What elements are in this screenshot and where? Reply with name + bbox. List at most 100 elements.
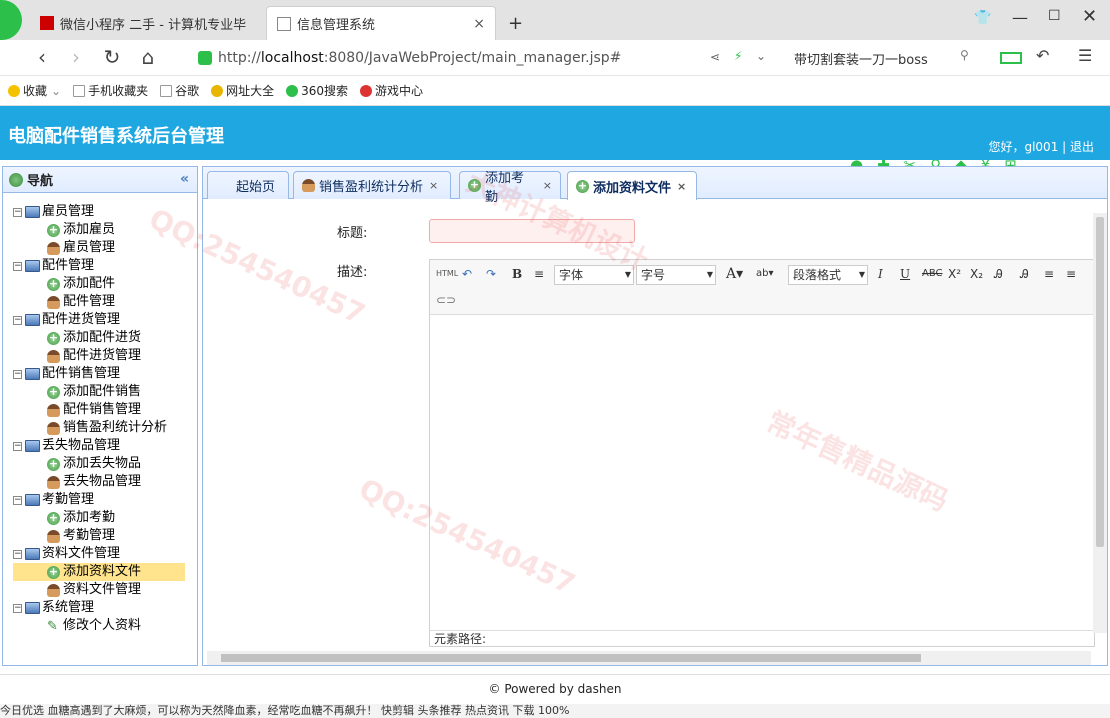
undo-icon[interactable]: ↶: [462, 264, 472, 284]
scroll-thumb[interactable]: [221, 654, 921, 662]
share-icon[interactable]: ⋖: [710, 50, 720, 64]
tab-add-document[interactable]: + 添加资料文件 ×: [567, 171, 697, 200]
url-field[interactable]: http://localhost:8080/JavaWebProject/mai…: [196, 46, 786, 70]
nav-item[interactable]: + 添加丢失物品: [13, 455, 185, 473]
horizontal-scrollbar[interactable]: [207, 651, 1091, 665]
nav-item[interactable]: 丢失物品管理: [13, 473, 185, 491]
nav-item[interactable]: + 添加配件进货: [13, 329, 185, 347]
chevron-down-icon[interactable]: ⌄: [756, 49, 766, 63]
user-icon: [47, 295, 60, 309]
user-greeting[interactable]: 您好，gl001 | 退出: [988, 138, 1094, 155]
underline-icon[interactable]: U: [900, 264, 910, 284]
nav-item[interactable]: ✎ 修改个人资料: [13, 617, 185, 635]
link-icon[interactable]: ⊂⊃: [436, 290, 456, 310]
collapse-toggle-icon[interactable]: −: [13, 369, 22, 379]
nav-item[interactable]: + 添加配件: [13, 275, 185, 293]
collapse-toggle-icon[interactable]: −: [13, 207, 22, 217]
nav-item[interactable]: + 添加雇员: [13, 221, 185, 239]
close-tab-icon[interactable]: ×: [473, 16, 485, 32]
nav-item[interactable]: 雇员管理: [13, 239, 185, 257]
font-style-icon[interactable]: Ꭿ: [994, 264, 1003, 284]
nav-group[interactable]: − 资料文件管理: [13, 545, 185, 563]
nav-item-label: 添加丢失物品: [63, 456, 142, 471]
reload-icon[interactable]: ↻: [100, 46, 124, 70]
close-icon[interactable]: ×: [429, 179, 438, 192]
nav-item[interactable]: 配件销售管理: [13, 401, 185, 419]
tab-sales-profit[interactable]: 销售盈利统计分析 ×: [293, 171, 451, 199]
search-suggestion[interactable]: 带切割套装一刀一boss: [794, 49, 928, 68]
add-icon: +: [47, 456, 60, 471]
italic-icon[interactable]: I: [878, 264, 883, 284]
tab-home[interactable]: 起始页: [207, 171, 289, 199]
nav-group[interactable]: − 配件管理: [13, 257, 185, 275]
collapse-toggle-icon[interactable]: −: [13, 441, 22, 451]
font-size-select[interactable]: 字号 ▼: [636, 265, 716, 285]
scroll-thumb[interactable]: [1096, 217, 1104, 547]
nav-group[interactable]: − 丢失物品管理: [13, 437, 185, 455]
maximize-icon[interactable]: ☐: [1048, 8, 1061, 24]
vertical-scrollbar[interactable]: [1093, 213, 1107, 633]
home-icon[interactable]: ⌂: [136, 46, 160, 70]
highlight-icon[interactable]: ab▾: [756, 264, 774, 284]
battery-icon[interactable]: [1000, 52, 1022, 64]
nav-item[interactable]: 配件进货管理: [13, 347, 185, 365]
font-family-select[interactable]: 字体 ▼: [554, 265, 634, 285]
align-left-icon[interactable]: ≡: [1044, 264, 1054, 284]
nav-group[interactable]: − 配件进货管理: [13, 311, 185, 329]
bookmark-portal[interactable]: 网址大全: [211, 82, 274, 99]
nav-item-label: 配件销售管理: [63, 402, 142, 417]
title-input[interactable]: [429, 219, 635, 243]
tab-add-attendance[interactable]: + 添加考勤 ×: [459, 171, 561, 205]
redo-icon[interactable]: ↷: [486, 264, 496, 284]
html-source-button[interactable]: HTML: [436, 264, 458, 284]
collapse-toggle-icon[interactable]: −: [13, 495, 22, 505]
font-color-icon[interactable]: A▾: [726, 264, 743, 284]
collapse-toggle-icon[interactable]: −: [13, 549, 22, 559]
superscript-icon[interactable]: X²: [948, 264, 961, 284]
collapse-toggle-icon[interactable]: −: [13, 603, 22, 613]
nav-item[interactable]: + 添加考勤: [13, 509, 185, 527]
forward-icon[interactable]: ›: [64, 46, 88, 70]
undo-icon[interactable]: ↶: [1036, 46, 1049, 65]
align-right-icon[interactable]: ≡: [1066, 264, 1076, 284]
nav-item[interactable]: + 添加资料文件: [13, 563, 185, 581]
back-icon[interactable]: ‹: [30, 46, 54, 70]
nav-group-label: 配件进货管理: [42, 312, 121, 327]
bookmark-google[interactable]: 谷歌: [160, 82, 199, 99]
clear-format-icon[interactable]: ≡: [534, 264, 544, 284]
collapse-toggle-icon[interactable]: −: [13, 261, 22, 271]
nav-group[interactable]: − 配件销售管理: [13, 365, 185, 383]
font-style-2-icon[interactable]: Ꭿ: [1020, 264, 1029, 284]
minimize-icon[interactable]: —: [1012, 8, 1028, 27]
bookmark-favorites[interactable]: 收藏 ⌄: [8, 82, 61, 99]
bookmark-mobile[interactable]: 手机收藏夹: [73, 82, 148, 99]
nav-group[interactable]: − 考勤管理: [13, 491, 185, 509]
strikethrough-icon[interactable]: ABC: [922, 264, 943, 284]
rich-text-editor[interactable]: HTML ↶ ↷ B ≡ 字体 ▼ 字号 ▼ A▾ ab▾ 段落格式 ▼ I U AB…: [429, 259, 1095, 647]
close-icon[interactable]: ×: [543, 179, 552, 192]
bookmark-360search[interactable]: 360搜索: [286, 82, 348, 99]
nav-item[interactable]: 销售盈利统计分析: [13, 419, 185, 437]
nav-item[interactable]: + 添加配件销售: [13, 383, 185, 401]
close-icon[interactable]: ×: [677, 180, 686, 193]
paragraph-select[interactable]: 段落格式 ▼: [788, 265, 868, 285]
subscript-icon[interactable]: X₂: [970, 264, 983, 284]
new-tab-button[interactable]: +: [498, 6, 528, 40]
browser-tab-1[interactable]: 微信小程序 二手 - 计算机专业毕: [30, 6, 266, 40]
browser-tab-2[interactable]: 信息管理系统 ×: [266, 6, 496, 40]
bookmark-games[interactable]: 游戏中心: [360, 82, 423, 99]
user-icon: [47, 421, 60, 435]
nav-group[interactable]: − 雇员管理: [13, 203, 185, 221]
skin-icon[interactable]: 👕: [974, 10, 991, 26]
menu-icon[interactable]: ☰: [1078, 46, 1092, 65]
nav-group[interactable]: − 系统管理: [13, 599, 185, 617]
bold-icon[interactable]: B: [512, 264, 522, 284]
search-icon[interactable]: ⚲: [960, 48, 969, 62]
collapse-icon[interactable]: «: [180, 171, 189, 187]
lightning-icon[interactable]: ⚡: [734, 49, 742, 63]
close-window-icon[interactable]: ✕: [1082, 6, 1097, 27]
nav-item[interactable]: 考勤管理: [13, 527, 185, 545]
collapse-toggle-icon[interactable]: −: [13, 315, 22, 325]
nav-item[interactable]: 配件管理: [13, 293, 185, 311]
nav-item[interactable]: 资料文件管理: [13, 581, 185, 599]
